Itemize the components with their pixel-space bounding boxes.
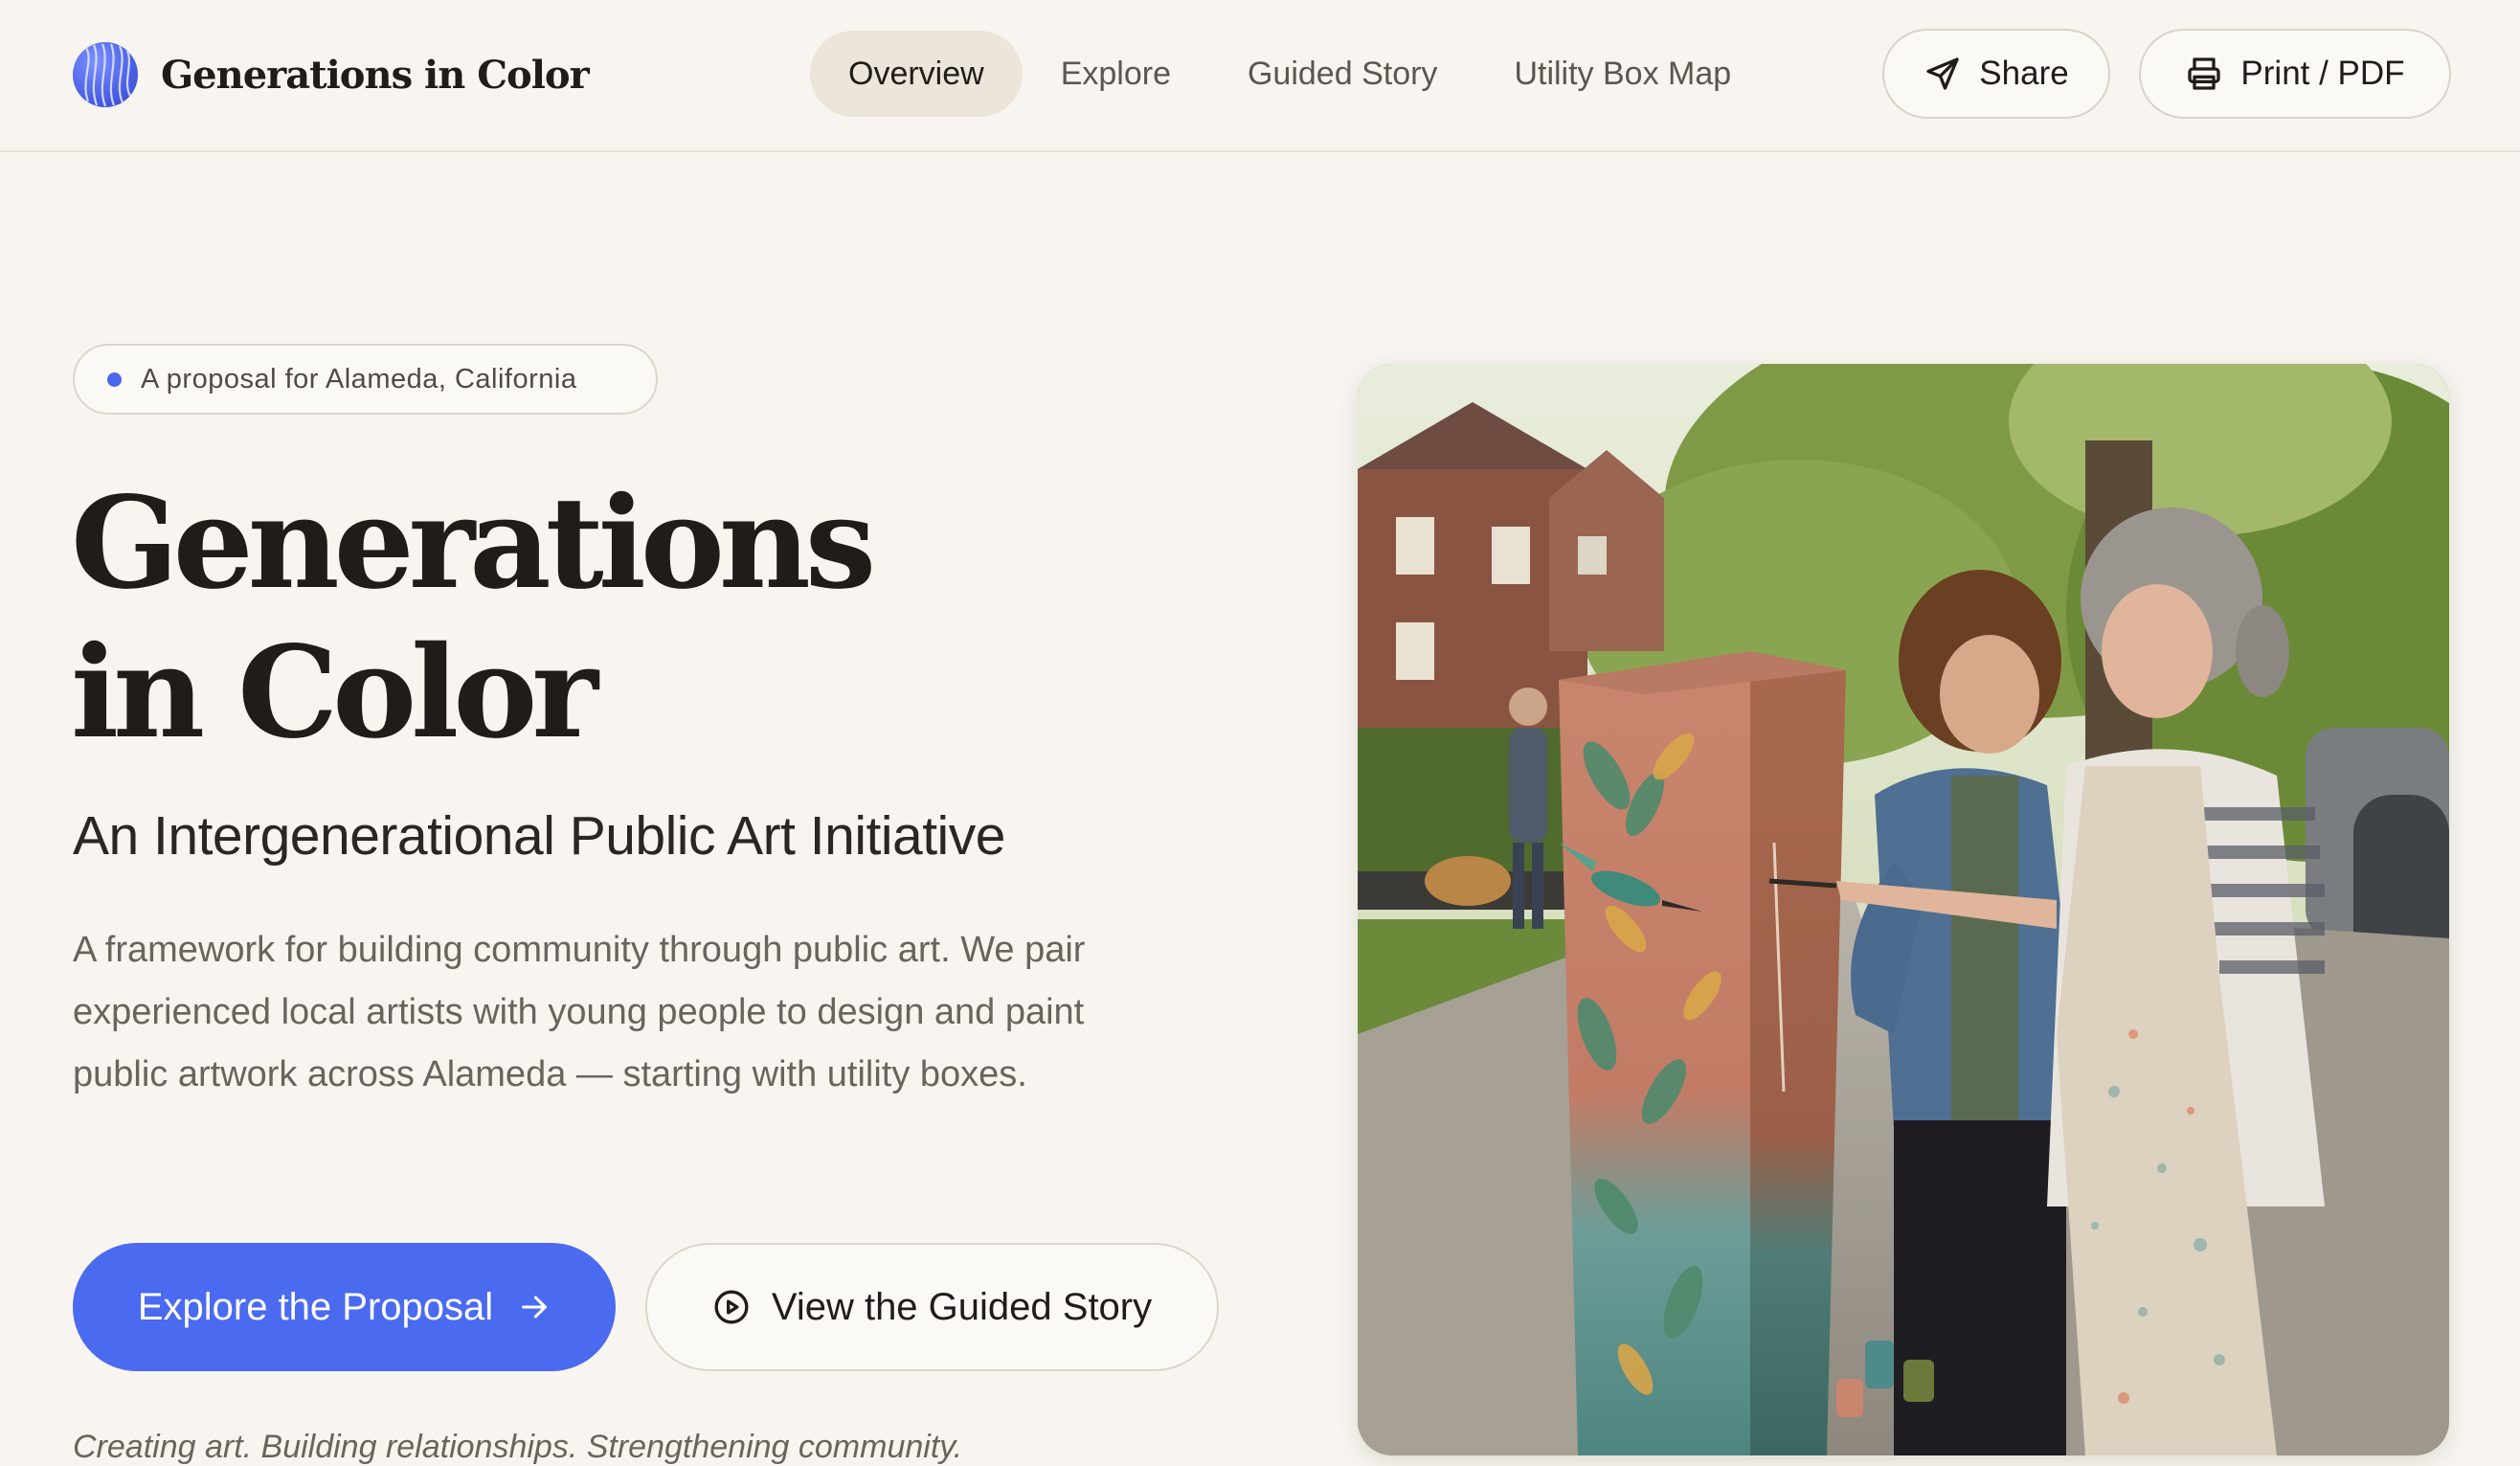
explore-proposal-label: Explore the Proposal <box>137 1285 494 1328</box>
view-guided-story-label: View the Guided Story <box>771 1285 1153 1328</box>
nav-overview[interactable]: Overview <box>810 31 1023 117</box>
hero-photo <box>1358 364 2449 1455</box>
print-pdf-button[interactable]: Print / PDF <box>2139 29 2451 119</box>
nav-guided-story[interactable]: Guided Story <box>1209 31 1475 117</box>
brand-name: Generations in Color <box>161 52 590 98</box>
hero-description: A framework for building community throu… <box>73 930 1086 1094</box>
nav-explore[interactable]: Explore <box>1023 31 1209 117</box>
tagline: Creating art. Building relationships. St… <box>73 1429 963 1465</box>
view-guided-story-button[interactable]: View the Guided Story <box>645 1243 1219 1371</box>
title-line-1: Generations <box>71 469 876 618</box>
share-label: Share <box>1979 55 2069 92</box>
nav-utility-box-map[interactable]: Utility Box Map <box>1475 31 1769 117</box>
site-header: Generations in Color Overview Explore Gu… <box>0 0 2520 152</box>
brand[interactable]: Generations in Color <box>73 42 590 107</box>
page-subtitle: An Intergenerational Public Art Initiati… <box>73 805 1005 867</box>
arrow-right-icon <box>518 1291 551 1323</box>
print-label: Print / PDF <box>2240 55 2405 92</box>
wave-globe-icon <box>73 42 138 107</box>
printer-icon <box>2185 55 2223 93</box>
share-button[interactable]: Share <box>1882 29 2110 119</box>
title-line-2: in Color <box>71 619 598 767</box>
explore-proposal-button[interactable]: Explore the Proposal <box>73 1243 616 1371</box>
page-title: Generations in Color <box>71 469 933 768</box>
status-dot <box>107 372 122 387</box>
location-pill-text: A proposal for Alameda, California <box>141 363 577 395</box>
play-circle-icon <box>712 1288 751 1326</box>
main-nav: Overview Explore Guided Story Utility Bo… <box>810 31 1769 117</box>
location-pill: A proposal for Alameda, California <box>73 344 658 415</box>
paper-plane-icon <box>1924 55 1962 93</box>
